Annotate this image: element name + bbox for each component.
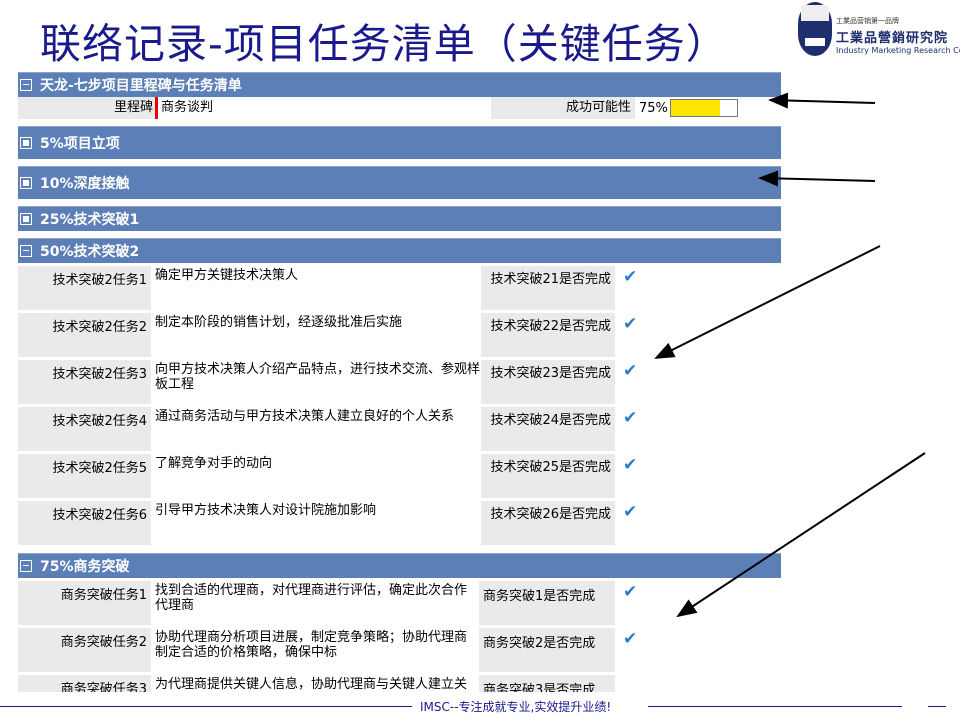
task-check-label: 商务突破3是否完成 bbox=[479, 675, 615, 692]
task-row: 商务突破任务2 协助代理商分析项目进展，制定竞争策略；协助代理商制定合适的价格策略… bbox=[18, 625, 781, 672]
expand-toggle-icon[interactable] bbox=[20, 213, 32, 225]
milestone-label: 里程碑 bbox=[18, 97, 155, 119]
checkmark-icon[interactable]: ✔ bbox=[623, 502, 637, 522]
logo-english: Industry Marketing Research College bbox=[836, 46, 960, 55]
section-label: 75%商务突破 bbox=[40, 559, 130, 575]
task-row: 技术突破2任务5 了解竞争对手的动向 技术突破25是否完成 ✔ bbox=[18, 451, 781, 498]
section-label: 10%深度接触 bbox=[40, 176, 130, 192]
task-check-label: 技术突破23是否完成 bbox=[481, 360, 615, 404]
task-row: 商务突破任务3 为代理商提供关键人信息，协助代理商与关键人建立关系商务突破3是否完… bbox=[18, 672, 781, 692]
logo-name: 工業品營銷研究院 bbox=[836, 31, 949, 46]
task-desc: 找到合适的代理商，对代理商进行评估，确定此次合作代理商 bbox=[155, 583, 468, 613]
footer-text: IMSC--专注成就专业,实效提升业绩! bbox=[420, 700, 612, 714]
biz-task-list: 商务突破任务1 找到合适的代理商，对代理商进行评估，确定此次合作代理商 商务突破1是… bbox=[18, 578, 781, 692]
panel-header-title: 天龙-七步项目里程碑与任务清单 bbox=[40, 78, 242, 94]
probability-bar bbox=[669, 99, 738, 117]
collapse-toggle-icon[interactable] bbox=[20, 560, 32, 572]
task-name: 技术突破2任务6 bbox=[18, 501, 151, 545]
task-check-label: 商务突破2是否完成 bbox=[479, 628, 615, 672]
imsc-logo: 工業品营销第一品牌 工業品營銷研究院 Industry Marketing Re… bbox=[798, 2, 960, 58]
task-desc: 向甲方技术决策人介绍产品特点，进行技术交流、参观样板工程 bbox=[155, 362, 481, 392]
crm-task-panel: 天龙-七步项目里程碑与任务清单 里程碑 商务谈判 成功可能性 75% 5%项目立… bbox=[18, 72, 781, 692]
collapse-toggle-icon[interactable] bbox=[20, 245, 32, 257]
task-check-label: 技术突破22是否完成 bbox=[481, 313, 615, 357]
task-desc: 了解竞争对手的动向 bbox=[155, 456, 273, 471]
task-desc: 引导甲方技术决策人对设计院施加影响 bbox=[155, 503, 377, 518]
milestone-row: 里程碑 商务谈判 成功可能性 75% bbox=[18, 97, 781, 119]
logo-tagline: 工業品营销第一品牌 bbox=[836, 17, 899, 25]
collapse-toggle-icon[interactable] bbox=[20, 79, 32, 91]
panel-header[interactable]: 天龙-七步项目里程碑与任务清单 bbox=[18, 72, 781, 97]
task-check-label: 技术突破24是否完成 bbox=[481, 407, 615, 451]
expand-toggle-icon[interactable] bbox=[20, 137, 32, 149]
task-row: 技术突破2任务2 制定本阶段的销售计划，经逐级批准后实施 技术突破22是否完成 ✔ bbox=[18, 310, 781, 357]
probability-label: 成功可能性 bbox=[491, 97, 635, 119]
task-name: 商务突破任务2 bbox=[18, 628, 151, 672]
task-row: 技术突破2任务4 通过商务活动与甲方技术决策人建立良好的个人关系 技术突破24是否完… bbox=[18, 404, 781, 451]
task-check-label: 技术突破25是否完成 bbox=[481, 454, 615, 498]
section-50[interactable]: 50%技术突破2 bbox=[18, 238, 781, 263]
task-desc: 确定甲方关键技术决策人 bbox=[155, 268, 299, 283]
task-name: 商务突破任务1 bbox=[18, 581, 151, 625]
checkmark-icon[interactable]: ✔ bbox=[623, 582, 637, 602]
probability-value: 75% bbox=[639, 100, 668, 116]
task-name: 技术突破2任务3 bbox=[18, 360, 151, 404]
task-name: 技术突破2任务1 bbox=[18, 266, 151, 310]
task-check-label: 商务突破1是否完成 bbox=[479, 581, 615, 625]
task-check-label: 技术突破21是否完成 bbox=[481, 266, 615, 310]
task-row: 商务突破任务1 找到合适的代理商，对代理商进行评估，确定此次合作代理商 商务突破1是… bbox=[18, 578, 781, 625]
task-desc: 通过商务活动与甲方技术决策人建立良好的个人关系 bbox=[155, 409, 455, 424]
checkmark-icon[interactable]: ✔ bbox=[623, 455, 637, 475]
task-name: 技术突破2任务5 bbox=[18, 454, 151, 498]
task-desc: 协助代理商分析项目进展，制定竞争策略；协助代理商制定合适的价格策略，确保中标 bbox=[155, 630, 468, 660]
section-label: 50%技术突破2 bbox=[40, 244, 140, 260]
task-name: 技术突破2任务2 bbox=[18, 313, 151, 357]
task-name: 技术突破2任务4 bbox=[18, 407, 151, 451]
section-label: 25%技术突破1 bbox=[40, 212, 140, 228]
probability-bar-fill bbox=[670, 100, 721, 116]
task-desc: 制定本阶段的销售计划，经逐级批准后实施 bbox=[155, 315, 403, 330]
checkmark-icon[interactable]: ✔ bbox=[623, 361, 637, 381]
arrow-to-probability bbox=[768, 92, 876, 109]
section-5[interactable]: 5%项目立项 bbox=[18, 126, 781, 159]
section-75[interactable]: 75%商务突破 bbox=[18, 553, 781, 578]
checkmark-icon[interactable]: ✔ bbox=[623, 408, 637, 428]
expand-toggle-icon[interactable] bbox=[20, 177, 32, 189]
task-name: 商务突破任务3 bbox=[18, 675, 151, 692]
slide-title: 联络记录-项目任务清单（关键任务） bbox=[40, 20, 728, 68]
task-desc: 为代理商提供关键人信息，协助代理商与关键人建立关系 bbox=[155, 677, 468, 692]
task-check-label: 技术突破26是否完成 bbox=[481, 501, 615, 545]
section-label: 5%项目立项 bbox=[40, 136, 120, 152]
checkmark-icon[interactable]: ✔ bbox=[623, 314, 637, 334]
checkmark-icon[interactable]: ✔ bbox=[623, 629, 637, 649]
task-row: 技术突破2任务3 向甲方技术决策人介绍产品特点，进行技术交流、参观样板工程 技术突破… bbox=[18, 357, 781, 404]
checkmark-icon[interactable]: ✔ bbox=[623, 267, 637, 287]
section-25[interactable]: 25%技术突破1 bbox=[18, 206, 781, 231]
section-10[interactable]: 10%深度接触 bbox=[18, 166, 781, 199]
slide-footer: IMSC--专注成就专业,实效提升业绩! bbox=[0, 696, 960, 716]
imsc-seal-icon bbox=[798, 2, 832, 56]
tech-task-list: 技术突破2任务1 确定甲方关键技术决策人 技术突破21是否完成 ✔ 技术突破2任务2 制… bbox=[18, 263, 781, 545]
milestone-value[interactable]: 商务谈判 bbox=[155, 97, 491, 119]
task-row: 技术突破2任务1 确定甲方关键技术决策人 技术突破21是否完成 ✔ bbox=[18, 263, 781, 310]
task-row: 技术突破2任务6 引导甲方技术决策人对设计院施加影响 技术突破26是否完成 ✔ bbox=[18, 498, 781, 545]
